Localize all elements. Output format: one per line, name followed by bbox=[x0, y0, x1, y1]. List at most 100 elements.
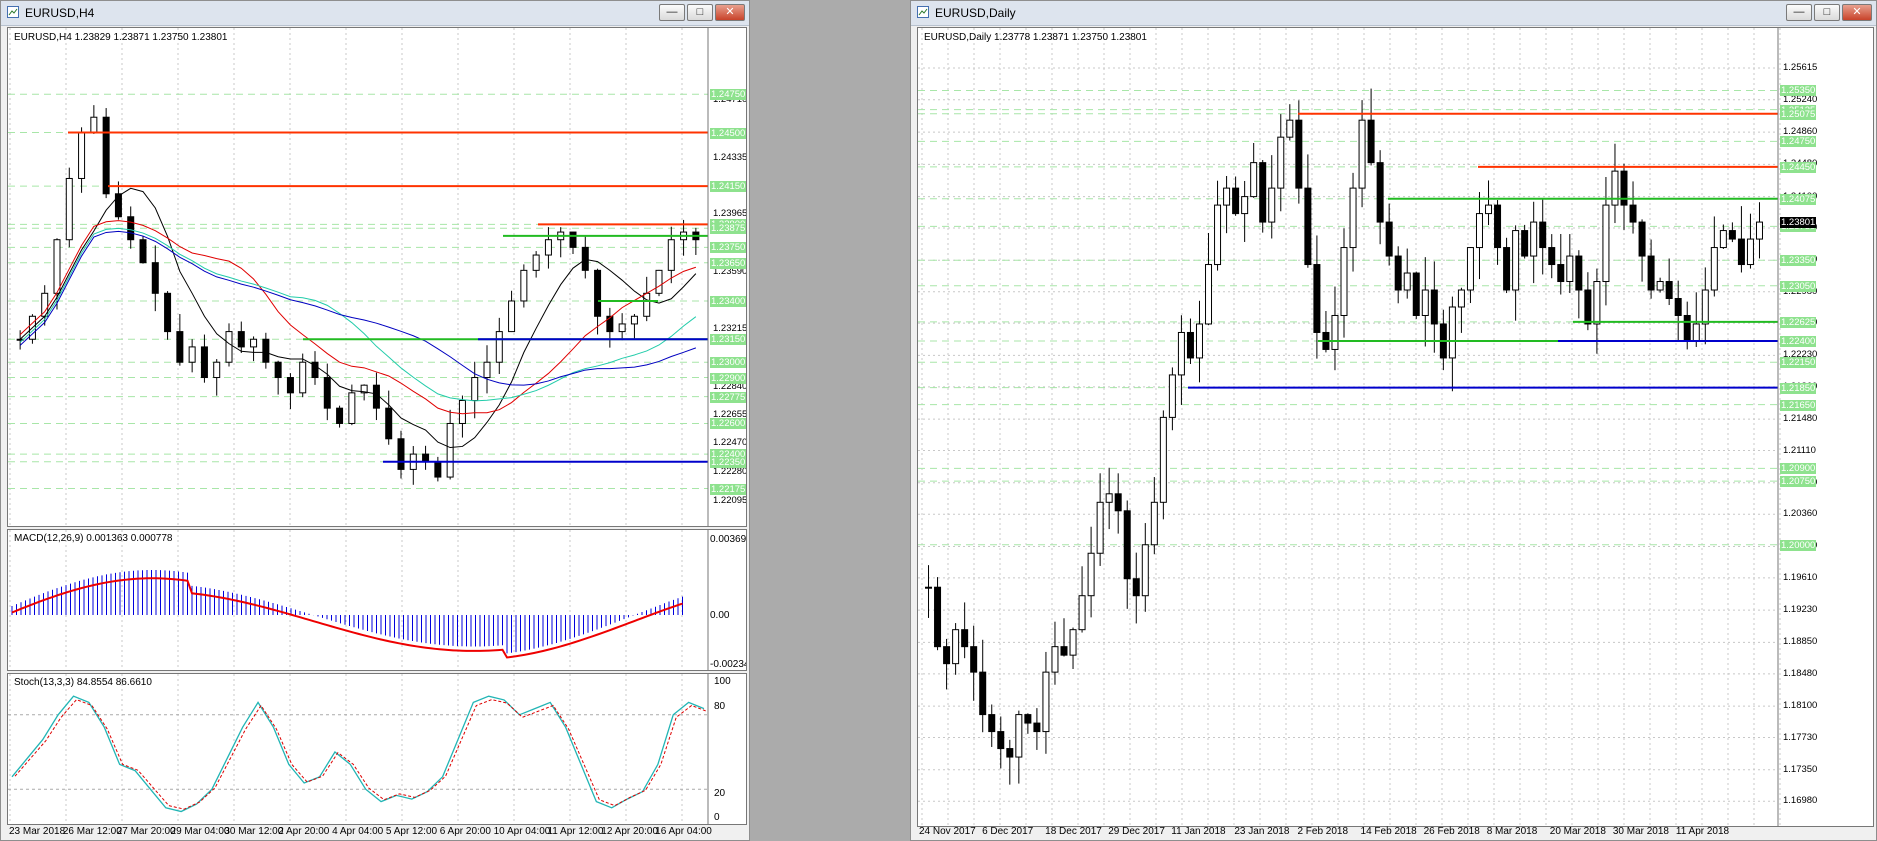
candle-body bbox=[90, 116, 98, 134]
level-price-tag: 1.23350 bbox=[1780, 255, 1817, 267]
minimize-button[interactable]: — bbox=[659, 4, 685, 21]
time-axis-label: 6 Apr 20:00 bbox=[439, 826, 491, 837]
level-price-tag: 1.23875 bbox=[710, 223, 746, 235]
level-price-tag: 1.22175 bbox=[710, 483, 746, 495]
candle-body bbox=[1205, 264, 1213, 325]
candle-body bbox=[102, 116, 110, 195]
price-tick-label: 1.24860 bbox=[1783, 126, 1818, 138]
candle-body bbox=[667, 239, 675, 271]
candle-body bbox=[520, 269, 528, 302]
candle-body bbox=[1069, 629, 1077, 656]
level-price-tag: 1.22900 bbox=[710, 372, 746, 384]
candle-body bbox=[1367, 119, 1375, 164]
level-price-tag: 1.23750 bbox=[710, 242, 746, 254]
candle-body bbox=[1719, 230, 1727, 249]
time-axis-label: 24 Nov 2017 bbox=[919, 826, 976, 837]
macd-plot[interactable]: MACD(12,26,9) 0.001363 0.000778 0.003693… bbox=[7, 529, 747, 671]
candle-body bbox=[1114, 493, 1122, 512]
candle-body bbox=[952, 629, 960, 665]
time-axis-label: 14 Feb 2018 bbox=[1360, 826, 1417, 837]
candle-body bbox=[1656, 281, 1664, 291]
maximize-button[interactable]: □ bbox=[1814, 4, 1840, 21]
time-axis-label: 12 Apr 20:00 bbox=[601, 826, 659, 837]
candle-body bbox=[323, 377, 331, 409]
daily-chart-window[interactable]: EURUSD,Daily — □ ✕ EURUSD,Daily 1.23778 … bbox=[910, 0, 1877, 841]
window-titlebar[interactable]: EURUSD,H4 — □ ✕ bbox=[1, 1, 749, 26]
candle-body bbox=[483, 361, 491, 379]
candle-body bbox=[1566, 255, 1574, 283]
candle-body bbox=[176, 331, 184, 363]
candle-body bbox=[1512, 230, 1520, 291]
time-axis-label: 11 Apr 12:00 bbox=[547, 826, 604, 837]
candle-body bbox=[1530, 221, 1538, 257]
time-axis-label: 5 Apr 12:00 bbox=[385, 826, 438, 837]
candle-body bbox=[250, 338, 258, 348]
window-titlebar[interactable]: EURUSD,Daily — □ ✕ bbox=[911, 1, 1876, 26]
candle-body bbox=[1421, 289, 1429, 316]
time-axis-label: 29 Mar 04:00 bbox=[170, 826, 230, 837]
candle-body bbox=[458, 400, 466, 424]
candle-body bbox=[1340, 247, 1348, 316]
candle-body bbox=[1232, 187, 1240, 215]
time-axis-label: 18 Dec 2017 bbox=[1045, 826, 1102, 837]
h4-time-axis: 23 Mar 2018 26 Mar 12:00 27 Mar 20:00 29 Ma… bbox=[7, 826, 747, 840]
candle-body bbox=[1331, 314, 1339, 350]
time-axis-label: 30 Mar 2018 bbox=[1612, 826, 1669, 837]
candle-body bbox=[1358, 119, 1366, 189]
price-tick-label: 1.22470 bbox=[713, 437, 747, 449]
candle-body bbox=[1015, 714, 1023, 758]
candle-body bbox=[78, 132, 86, 179]
candle-body bbox=[446, 422, 454, 478]
price-tick-label: 1.19610 bbox=[1783, 571, 1818, 583]
level-price-tag: 1.24500 bbox=[710, 127, 746, 139]
candle-body bbox=[1105, 493, 1113, 503]
candle-body bbox=[1060, 646, 1068, 656]
candle-body bbox=[1584, 289, 1592, 325]
daily-price-plot[interactable]: EURUSD,Daily 1.23778 1.23871 1.23750 1.2… bbox=[917, 27, 1874, 827]
maximize-button[interactable]: □ bbox=[687, 4, 713, 21]
candle-body bbox=[1710, 247, 1718, 291]
chart-header: EURUSD,H4 1.23829 1.23871 1.23750 1.2380… bbox=[14, 32, 228, 43]
chart-window-icon bbox=[7, 6, 19, 18]
price-tick-label: 1.22095 bbox=[713, 494, 747, 506]
h4-chart-window[interactable]: EURUSD,H4 — □ ✕ EURUSD,H4 1.23829 1.2387… bbox=[0, 0, 750, 841]
candle-body bbox=[1647, 255, 1655, 291]
candle-body bbox=[997, 731, 1005, 750]
level-price-tag: 1.24075 bbox=[1780, 193, 1817, 205]
candle-body bbox=[1403, 272, 1411, 291]
daily-candles-svg bbox=[918, 28, 1781, 826]
candle-body bbox=[1051, 646, 1059, 673]
minimize-button[interactable]: — bbox=[1786, 4, 1812, 21]
price-tick-label: 1.23215 bbox=[713, 323, 747, 335]
candle-body bbox=[1385, 221, 1393, 257]
time-axis-label: 11 Jan 2018 bbox=[1171, 826, 1226, 837]
candle-body bbox=[569, 231, 577, 248]
candle-body bbox=[274, 361, 282, 379]
candle-body bbox=[544, 239, 552, 256]
price-plot[interactable]: EURUSD,H4 1.23829 1.23871 1.23750 1.2380… bbox=[7, 27, 747, 527]
level-price-tag: 1.24750 bbox=[1780, 136, 1817, 148]
candle-body bbox=[1250, 162, 1258, 198]
candle-body bbox=[1313, 264, 1321, 333]
level-price-tag: 1.23650 bbox=[710, 257, 746, 269]
macd-tick-zero: 0.00 bbox=[710, 610, 730, 621]
candle-body bbox=[471, 377, 479, 401]
candle-body bbox=[1214, 204, 1222, 266]
price-tick-label: 1.17730 bbox=[1783, 731, 1818, 743]
candle-body bbox=[1096, 501, 1104, 554]
close-button[interactable]: ✕ bbox=[1842, 4, 1872, 21]
candle-body bbox=[1168, 374, 1176, 418]
candle-body bbox=[1548, 247, 1556, 266]
stoch-plot[interactable]: Stoch(13,3,3) 84.8554 86.6610 100 80 20 … bbox=[7, 673, 747, 825]
candle-body bbox=[532, 254, 540, 271]
price-tick-label: 1.17350 bbox=[1783, 763, 1818, 775]
candle-body bbox=[1150, 501, 1158, 546]
candle-body bbox=[1593, 281, 1601, 325]
time-axis-label: 23 Mar 2018 bbox=[9, 826, 66, 837]
level-price-tag: 1.21650 bbox=[1780, 399, 1817, 411]
price-tick-label: 1.23965 bbox=[713, 208, 747, 220]
candle-body bbox=[988, 714, 996, 733]
candle-body bbox=[655, 269, 663, 294]
close-button[interactable]: ✕ bbox=[715, 4, 745, 21]
candle-body bbox=[1141, 544, 1149, 597]
